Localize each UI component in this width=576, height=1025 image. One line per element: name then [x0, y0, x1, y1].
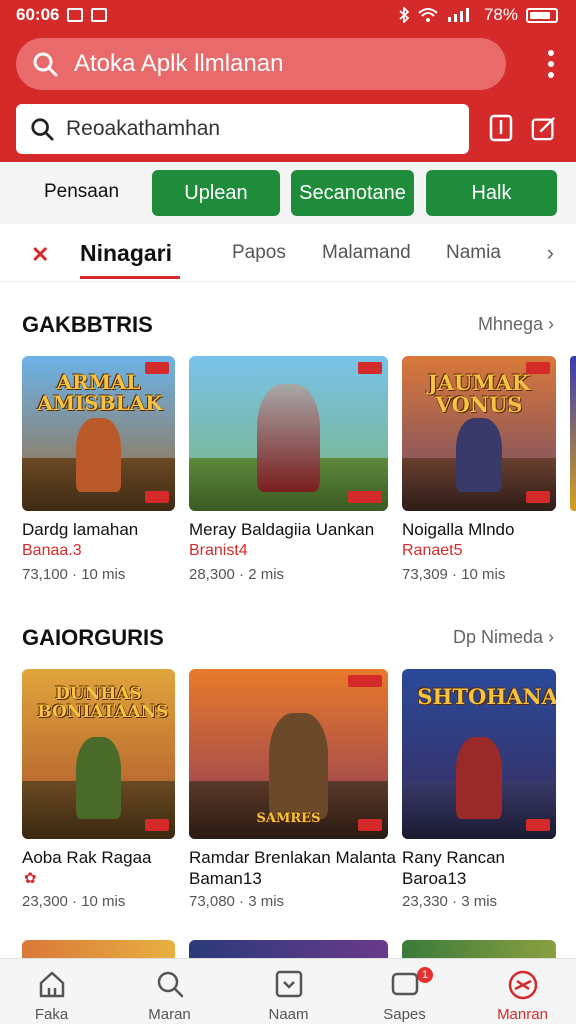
nav-item-explore[interactable]: Manran — [465, 959, 576, 1025]
game-publisher: Ranaet5 — [402, 542, 463, 559]
app-header: Atoka Aplk llmlanan Reoakathamhan — [0, 30, 576, 162]
tab-item[interactable]: Malamand — [322, 242, 411, 264]
see-all-label: Mhnega — [477, 314, 543, 334]
battery-icon — [526, 7, 558, 23]
chat-icon — [391, 972, 418, 996]
inbox-icon — [275, 970, 302, 998]
game-name: Ramdar Brenlakan Malanta — [189, 848, 396, 867]
nav-label: Manran — [497, 1006, 548, 1023]
section-see-all[interactable]: Mhnega › — [478, 314, 554, 335]
game-thumbnail: ARMAL AMISBLAK — [22, 356, 175, 511]
game-name: Dardg lamahan — [22, 520, 139, 539]
rating-tag — [145, 362, 169, 374]
app-search-bar[interactable]: Atoka Aplk llmlanan — [16, 38, 506, 90]
game-publisher: Banaa.3 — [22, 542, 82, 559]
notification-icon — [67, 8, 84, 22]
game-thumbnail: SAMRES — [189, 669, 388, 839]
game-meta: 23,330 · 3 mis — [402, 893, 498, 910]
battery-percent: 78% — [483, 5, 518, 24]
game-art-title: DUNHAS BONIATAANS — [37, 684, 169, 722]
rating-tag — [358, 362, 382, 374]
status-time: 60:06 — [16, 5, 60, 24]
wifi-icon — [418, 8, 438, 22]
nav-label: Naam — [268, 1006, 309, 1023]
search-icon — [31, 118, 54, 141]
home-icon — [39, 971, 64, 998]
rating-tag — [348, 491, 382, 503]
game-name: Rany Rancan — [402, 848, 506, 867]
game-publisher: Baman13 — [189, 869, 262, 888]
nav-label: Sapes — [383, 1006, 426, 1023]
rating-tag — [348, 675, 382, 687]
section-title: GAIORGURIS — [22, 625, 164, 650]
nav-item-inbox[interactable]: Naam — [231, 959, 346, 1025]
game-art-title: JAUMAK VONUS — [427, 369, 531, 417]
search-bar-label: Atoka Aplk llmlanan — [74, 50, 284, 77]
game-meta: 73,100 · 10 mis — [22, 566, 126, 583]
game-meta: 73,080 · 3 mis — [189, 893, 285, 910]
bottom-navigation: Faka Maran Naam 1 Sapes Manran — [0, 958, 576, 1024]
publisher-logo-icon: ✿ — [24, 870, 37, 887]
game-name: Noigalla Mlndo — [402, 520, 515, 539]
game-publisher: Branist4 — [189, 542, 248, 559]
filter-chip[interactable]: Secanotane — [291, 170, 414, 216]
rating-tag — [145, 819, 169, 831]
section-see-all[interactable]: Dp Nimeda › — [453, 627, 554, 648]
filter-bar: Pensaan Uplean Secanotane Halk — [0, 162, 576, 224]
search-icon — [157, 971, 183, 998]
rating-tag — [526, 491, 550, 503]
search-icon — [33, 52, 58, 77]
status-bar: 60:06 78% — [0, 0, 576, 30]
signal-icon — [447, 8, 469, 22]
game-meta: 23,300 · 10 mis — [22, 893, 126, 910]
tab-indicator — [80, 276, 180, 279]
bluetooth-icon — [399, 7, 410, 23]
game-thumbnail — [189, 356, 388, 511]
tab-item[interactable]: Papos — [232, 242, 286, 264]
nav-label: Faka — [34, 1006, 69, 1023]
game-art-title: SHTOHANA — [417, 684, 556, 709]
compass-icon — [508, 970, 537, 1000]
tab-active[interactable]: Ninagari — [80, 240, 172, 267]
game-name: Aoba Rak Ragaa — [22, 848, 152, 867]
filter-chip[interactable]: Halk — [426, 170, 557, 216]
game-thumbnail: JAUMAK VONUS — [402, 356, 556, 511]
nav-label: Maran — [148, 1006, 191, 1023]
filter-chip[interactable]: Uplean — [152, 170, 280, 216]
game-meta: 28,300 · 2 mis — [189, 566, 285, 583]
game-thumbnail-peek — [570, 356, 576, 511]
chevron-right-icon[interactable]: › — [547, 240, 554, 266]
section-title: GAKBBTRIS — [22, 312, 153, 337]
notification-badge: 1 — [417, 967, 433, 983]
nav-item-home[interactable]: Faka — [0, 959, 109, 1025]
filter-plain[interactable]: Pensaan — [44, 181, 119, 203]
nav-item-search[interactable]: Maran — [112, 959, 227, 1025]
rating-tag — [358, 819, 382, 831]
game-art-title: ARMAL AMISBLAK — [37, 369, 163, 415]
see-all-label: Dp Nimeda — [452, 627, 543, 647]
close-icon[interactable]: ✕ — [31, 242, 49, 268]
rating-tag — [526, 362, 550, 374]
game-publisher: Baroa13 — [402, 869, 467, 888]
game-thumbnail-peek — [402, 940, 556, 958]
search-input[interactable]: Reoakathamhan — [16, 104, 469, 154]
game-art-title: SAMRES — [256, 810, 321, 826]
game-thumbnail-peek — [22, 940, 175, 958]
game-thumbnail: SHTOHANA — [402, 669, 556, 839]
game-name: Meray Baldagiia Uankan — [189, 520, 375, 539]
search-query: Reoakathamhan — [66, 117, 221, 140]
edit-icon[interactable] — [531, 114, 557, 142]
notification-icon — [91, 8, 108, 22]
game-meta: 73,309 · 10 mis — [402, 566, 506, 583]
game-thumbnail: DUNHAS BONIATAANS — [22, 669, 175, 839]
more-menu-icon[interactable] — [546, 50, 556, 78]
rating-tag — [526, 819, 550, 831]
category-tabs: ✕ Ninagari Papos Malamand Namia › — [0, 228, 576, 282]
game-thumbnail-peek — [189, 940, 388, 958]
tab-item[interactable]: Namia — [446, 242, 501, 264]
nav-item-chat[interactable]: 1 Sapes — [347, 959, 462, 1025]
rating-tag — [145, 491, 169, 503]
bookmark-icon[interactable] — [488, 114, 514, 142]
